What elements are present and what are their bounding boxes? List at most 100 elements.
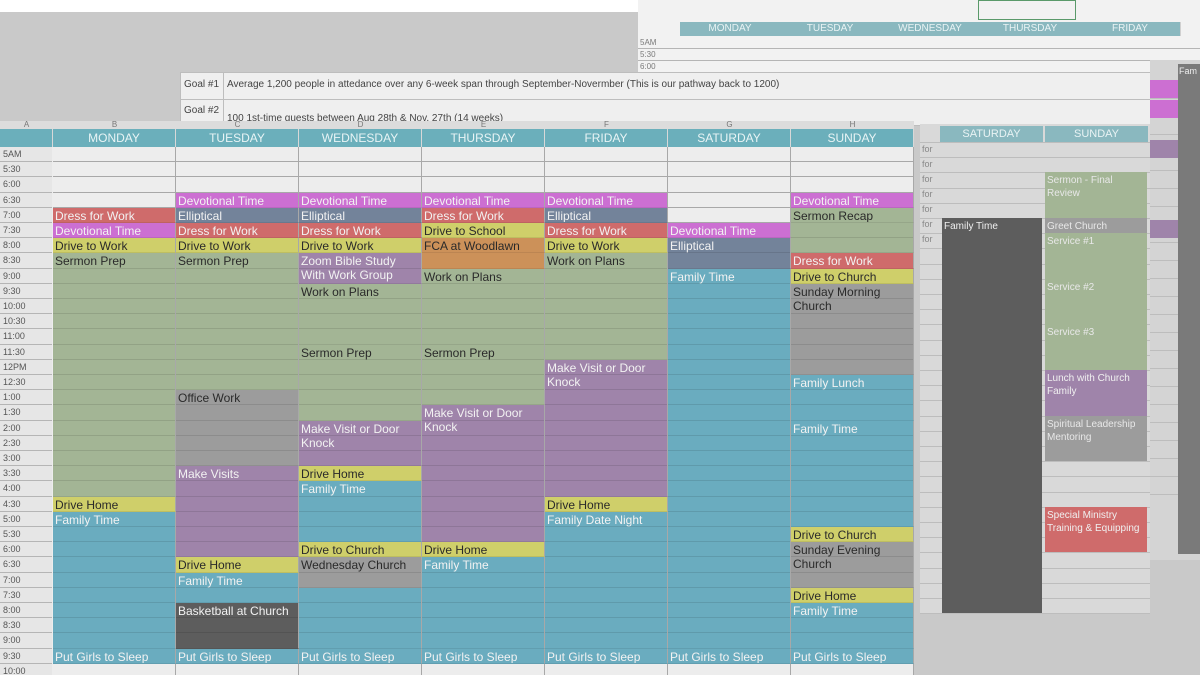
grid-cell[interactable] — [176, 177, 299, 193]
grid-cell[interactable] — [299, 663, 422, 675]
grid-cell[interactable] — [53, 177, 176, 193]
schedule-event[interactable]: Devotional Time — [791, 192, 914, 208]
schedule-event[interactable]: Office Work — [176, 390, 299, 467]
grid-cell[interactable] — [422, 663, 545, 675]
schedule-event[interactable]: Drive to Work — [299, 238, 422, 254]
grid-cell[interactable] — [299, 162, 422, 178]
grid-cell[interactable] — [545, 147, 668, 163]
schedule-event[interactable]: Sermon Prep — [422, 344, 545, 406]
grid-cell[interactable] — [545, 162, 668, 178]
schedule-event[interactable]: Basketball at Church — [176, 603, 299, 649]
schedule-event[interactable]: Dress for Work — [545, 223, 668, 239]
schedule-event[interactable]: Drive Home — [299, 466, 422, 482]
grid-cell[interactable] — [668, 177, 791, 193]
schedule-event[interactable]: Drive Home — [176, 557, 299, 573]
schedule-event[interactable]: Work on Plans — [422, 268, 545, 345]
grid-cell[interactable] — [668, 147, 791, 163]
schedule-event[interactable]: Put Girls to Sleep — [422, 648, 545, 664]
schedule-event[interactable]: Work on Plans — [299, 283, 422, 345]
schedule-event[interactable]: Elliptical — [176, 207, 299, 223]
schedule-event[interactable]: Devotional Time — [545, 192, 668, 208]
grid-cell[interactable] — [53, 147, 176, 163]
schedule-event[interactable]: FCA at Woodlawn — [422, 238, 545, 254]
day-header-friday[interactable]: FRIDAY — [545, 129, 668, 147]
day-header-thursday[interactable]: THURSDAY — [422, 129, 545, 147]
day-header-wednesday[interactable]: WEDNESDAY — [299, 129, 422, 147]
grid-cell[interactable] — [422, 162, 545, 178]
schedule-event[interactable]: Family Time — [668, 268, 791, 649]
schedule-event[interactable]: Sermon Prep — [176, 253, 299, 391]
grid-cell[interactable] — [545, 663, 668, 675]
grid-cell[interactable] — [53, 192, 176, 208]
schedule-event[interactable]: Family Date Night — [545, 511, 668, 649]
schedule-event[interactable]: Make Visit or Door Knock — [545, 359, 668, 497]
schedule-event[interactable]: Drive Home — [422, 542, 545, 558]
grid-cell[interactable] — [668, 207, 791, 223]
schedule-event[interactable]: Put Girls to Sleep — [668, 648, 791, 664]
grid-cell[interactable] — [176, 147, 299, 163]
schedule-event[interactable]: Make Visit or Door Knock — [422, 405, 545, 543]
schedule-event[interactable]: Put Girls to Sleep — [299, 648, 422, 664]
schedule-event[interactable]: Devotional Time — [53, 223, 176, 239]
schedule-event[interactable]: Devotional Time — [176, 192, 299, 208]
schedule-event[interactable]: Family Lunch — [791, 375, 914, 421]
schedule-event[interactable]: Dress for Work — [53, 207, 176, 223]
schedule-event[interactable]: Sermon Prep — [299, 344, 422, 421]
schedule-event[interactable]: Put Girls to Sleep — [53, 648, 176, 664]
schedule-event[interactable]: Devotional Time — [422, 192, 545, 208]
schedule-event[interactable]: Sermon Recap — [791, 207, 914, 223]
grid-cell[interactable] — [791, 177, 914, 193]
schedule-event[interactable]: Sunday Morning Church — [791, 283, 914, 375]
schedule-event[interactable]: Drive to Church — [299, 542, 422, 558]
schedule-event[interactable]: Family Time — [791, 420, 914, 527]
grid-cell[interactable] — [791, 147, 914, 163]
schedule-event[interactable]: Wednesday Church — [299, 557, 422, 588]
schedule-event[interactable]: Dress for Work — [176, 223, 299, 239]
day-header-saturday[interactable]: SATURDAY — [668, 129, 791, 147]
grid-cell[interactable] — [53, 663, 176, 675]
schedule-event[interactable]: Sermon Prep — [53, 253, 176, 497]
schedule-event[interactable] — [422, 253, 545, 269]
schedule-event[interactable]: Elliptical — [299, 207, 422, 223]
schedule-event[interactable]: Dress for Work — [299, 223, 422, 239]
grid-cell[interactable] — [791, 663, 914, 675]
grid-cell[interactable] — [299, 177, 422, 193]
schedule-event[interactable]: Family Time — [299, 481, 422, 543]
schedule-event[interactable] — [299, 587, 422, 649]
grid-cell[interactable] — [545, 177, 668, 193]
day-header-sunday[interactable]: SUNDAY — [791, 129, 914, 147]
schedule-event[interactable]: Drive to Church — [791, 527, 914, 543]
schedule-event[interactable]: Make Visit or Door Knock — [299, 420, 422, 467]
grid-cell[interactable] — [176, 663, 299, 675]
schedule-event[interactable]: Drive to Work — [176, 238, 299, 254]
schedule-event[interactable]: Sunday Evening Church — [791, 542, 914, 588]
schedule-event[interactable]: Work on Plans — [545, 253, 668, 360]
schedule-event[interactable]: Drive to Work — [53, 238, 176, 254]
schedule-event[interactable]: Drive Home — [53, 496, 176, 512]
schedule-event[interactable]: Drive to Work — [545, 238, 668, 254]
grid-cell[interactable] — [668, 663, 791, 675]
schedule-event[interactable]: Family Time — [176, 572, 299, 603]
schedule-event[interactable]: Devotional Time — [299, 192, 422, 208]
grid-cell[interactable] — [668, 192, 791, 208]
schedule-event[interactable]: Drive to School — [422, 223, 545, 239]
schedule-event[interactable]: Family Time — [791, 603, 914, 649]
schedule-event[interactable]: Elliptical — [668, 238, 791, 269]
schedule-event[interactable]: Make Visits — [176, 466, 299, 558]
schedule-event[interactable]: Zoom Bible Study With Work Group — [299, 253, 422, 284]
selected-cell[interactable] — [978, 0, 1076, 20]
schedule-event[interactable]: Drive Home — [791, 587, 914, 603]
grid-cell[interactable] — [176, 162, 299, 178]
schedule-event[interactable]: Put Girls to Sleep — [545, 648, 668, 664]
schedule-event[interactable] — [791, 223, 914, 254]
schedule-event[interactable]: Devotional Time — [668, 223, 791, 239]
schedule-event[interactable]: Dress for Work — [422, 207, 545, 223]
grid-cell[interactable] — [791, 162, 914, 178]
day-header-tuesday[interactable]: TUESDAY — [176, 129, 299, 147]
schedule-event[interactable]: Family Time — [422, 557, 545, 649]
schedule-event[interactable]: Put Girls to Sleep — [791, 648, 914, 664]
schedule-event[interactable]: Family Time — [53, 511, 176, 649]
grid-cell[interactable] — [299, 147, 422, 163]
grid-cell[interactable] — [422, 177, 545, 193]
schedule-event[interactable]: Drive Home — [545, 496, 668, 512]
